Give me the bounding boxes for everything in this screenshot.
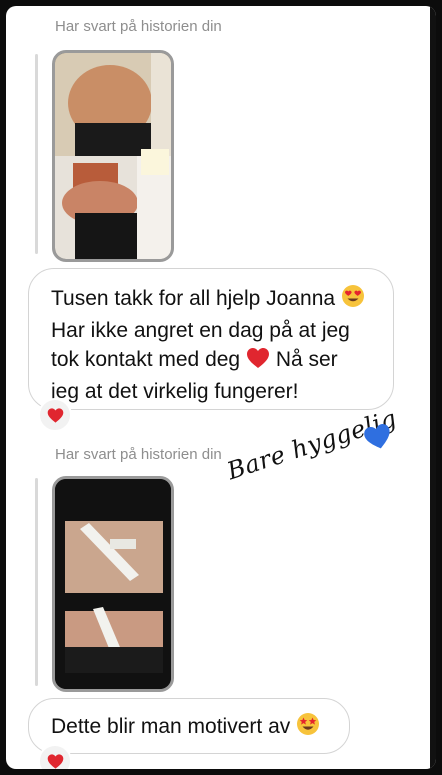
story-reply-label: Har svart på historien din (55, 446, 222, 463)
heart-icon (47, 407, 63, 423)
story-reply-label: Har svart på historien din (55, 18, 222, 35)
message-line: Tusen takk for all hjelp Joanna (51, 284, 393, 316)
message-line: tok kontakt med deg Nå ser (51, 345, 393, 377)
message-bubble-2[interactable]: Dette blir man motivert av (28, 698, 350, 754)
blue-heart-emoji (364, 424, 392, 455)
heart-reaction[interactable] (38, 398, 72, 432)
thread-bar (35, 478, 38, 686)
message-bubble-1[interactable]: Tusen takk for all hjelp Joanna Har ikke… (28, 268, 394, 410)
story-thumbnail-1[interactable] (52, 50, 174, 262)
story-image-measurement (55, 479, 171, 689)
message-line: Har ikke angret en dag på at jeg (51, 319, 350, 342)
star-struck-emoji (296, 712, 320, 744)
message-text: Dette blir man motivert av (51, 715, 291, 738)
message-text: Nå ser (275, 348, 338, 371)
story-image-before-after (55, 53, 171, 259)
dm-thread-screen: Har svart på historien din Tusen takk fo… (6, 6, 436, 769)
message-text: Tusen takk for all hjelp Joanna (51, 287, 336, 310)
story-thumbnail-2[interactable] (52, 476, 174, 692)
thread-bar (35, 54, 38, 254)
heart-eyes-emoji (341, 284, 365, 316)
red-heart-emoji (246, 347, 270, 377)
heart-icon (47, 753, 63, 769)
message-line: jeg at det virkelig fungerer! (51, 380, 299, 403)
screen-edge (430, 6, 436, 769)
message-text: tok kontakt med deg (51, 348, 241, 371)
